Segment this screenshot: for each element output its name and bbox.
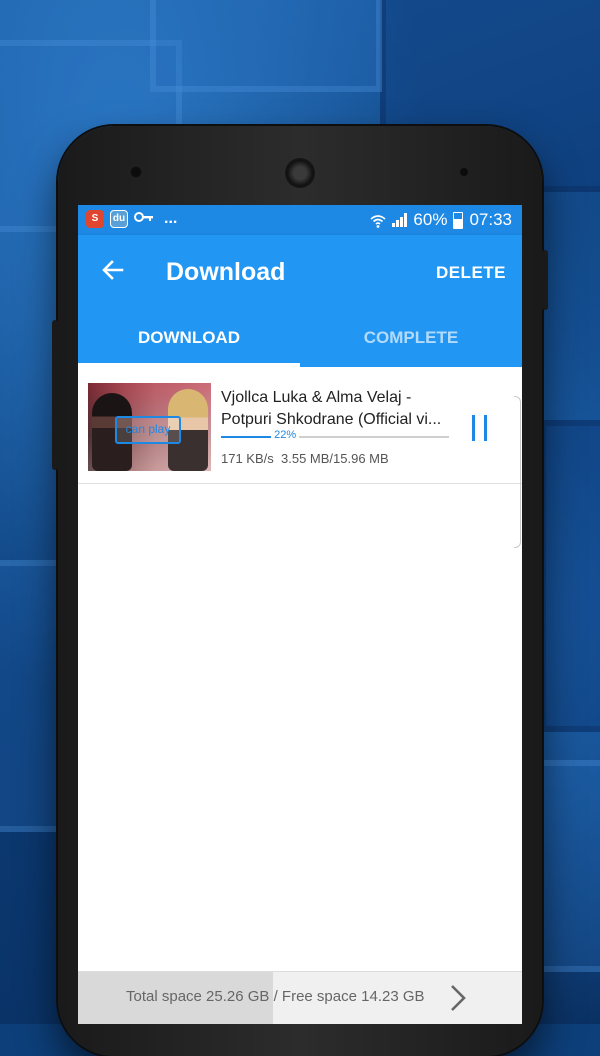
power-button bbox=[542, 250, 548, 310]
tab-bar: DOWNLOAD COMPLETE bbox=[78, 313, 522, 367]
tab-download[interactable]: DOWNLOAD bbox=[78, 313, 300, 367]
video-thumbnail[interactable]: can play bbox=[88, 383, 211, 471]
bg-tile bbox=[540, 420, 600, 732]
pause-icon[interactable] bbox=[470, 415, 494, 443]
back-arrow-icon[interactable] bbox=[100, 257, 130, 287]
app-bar: Download DELETE DOWNLOAD COMPLETE bbox=[78, 235, 522, 367]
front-camera bbox=[129, 165, 143, 179]
du-app-notification-icon: du bbox=[110, 210, 128, 228]
download-speed: 171 KB/s bbox=[221, 451, 274, 466]
tab-complete[interactable]: COMPLETE bbox=[300, 313, 522, 367]
can-play-badge[interactable]: can play bbox=[115, 416, 181, 444]
clock: 07:33 bbox=[469, 210, 512, 229]
bg-tile bbox=[150, 0, 382, 92]
key-icon bbox=[134, 210, 154, 228]
download-title-line: Potpuri Shkodrane (Official vi... bbox=[221, 411, 442, 428]
download-progress-bar: 22% bbox=[221, 429, 449, 441]
screen-edge-highlight bbox=[514, 396, 521, 548]
battery-percent: 60% bbox=[413, 210, 448, 229]
volume-button bbox=[52, 320, 58, 470]
more-notifications: ... bbox=[164, 210, 178, 227]
wifi-icon bbox=[370, 213, 386, 228]
storage-text: Total space 25.26 GB / Free space 14.23 … bbox=[126, 988, 425, 1005]
storage-footer: Total space 25.26 GB / Free space 14.23 … bbox=[78, 971, 522, 1024]
battery-icon bbox=[453, 211, 464, 229]
download-title-line: Vjollca Luka & Alma Velaj - bbox=[221, 389, 412, 406]
proximity-sensor bbox=[460, 168, 468, 176]
signal-icon bbox=[392, 213, 408, 227]
download-title: Vjollca Luka & Alma Velaj - Potpuri Shko… bbox=[221, 387, 449, 431]
download-item[interactable]: can play Vjollca Luka & Alma Velaj - Pot… bbox=[78, 367, 522, 484]
app-notification-icon: S bbox=[86, 210, 104, 228]
app-screen: S du ... 60% 07:33 Download DELETE DOWNL… bbox=[78, 205, 522, 1024]
delete-button[interactable]: DELETE bbox=[436, 263, 506, 283]
progress-fill bbox=[221, 436, 272, 438]
progress-percent: 22% bbox=[271, 429, 300, 441]
download-size: 3.55 MB/15.96 MB bbox=[281, 451, 389, 466]
page-title: Download bbox=[166, 258, 286, 286]
chevron-right-icon[interactable] bbox=[448, 984, 472, 1012]
download-stats: 171 KB/s 3.55 MB/15.96 MB bbox=[221, 451, 389, 466]
earpiece-speaker bbox=[285, 158, 315, 188]
status-bar: S du ... 60% 07:33 bbox=[78, 205, 522, 235]
